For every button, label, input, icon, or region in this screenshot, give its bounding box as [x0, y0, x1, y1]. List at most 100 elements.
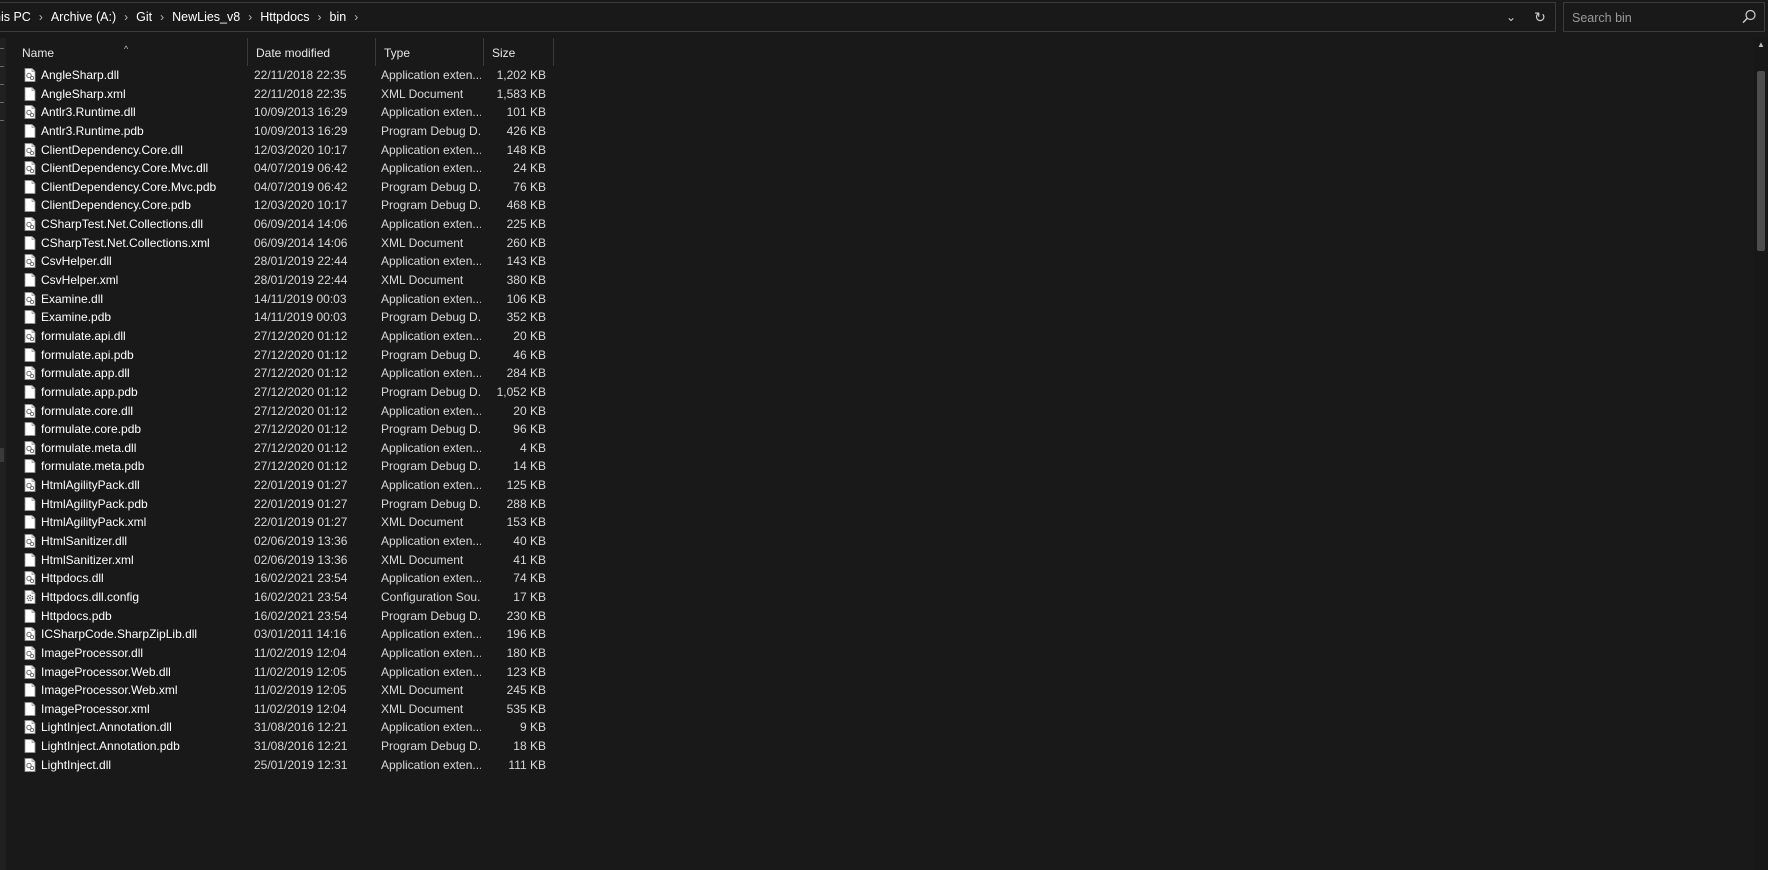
table-row[interactable]: ClientDependency.Core.pdb 12/03/2020 10:1… — [14, 196, 614, 215]
document-file-icon — [24, 701, 36, 716]
table-row[interactable]: ImageProcessor.xml 11/02/2019 12:04 XML Do… — [14, 700, 614, 719]
column-header-type[interactable]: Type — [376, 38, 484, 66]
file-date-modified: 02/06/2019 13:36 — [254, 534, 348, 549]
search-box[interactable] — [1563, 2, 1765, 32]
table-row[interactable]: LightInject.dll 25/01/2019 12:31 Applicati… — [14, 756, 614, 775]
file-size: 18 KB — [513, 739, 546, 754]
file-type: Application exten... — [381, 440, 481, 455]
table-row[interactable]: Antlr3.Runtime.pdb 10/09/2013 16:29 Progra… — [14, 122, 614, 141]
column-header-date-label: Date modified — [256, 46, 331, 60]
breadcrumb-item[interactable]: Archive (A:) — [45, 10, 122, 24]
file-date-modified: 02/06/2019 13:36 — [254, 552, 348, 567]
scroll-up-icon[interactable]: ▲ — [1754, 38, 1768, 52]
file-name: ClientDependency.Core.pdb — [41, 198, 191, 213]
chevron-right-icon[interactable]: › — [122, 10, 130, 24]
file-type: Program Debug D... — [381, 422, 481, 437]
chevron-right-icon[interactable]: › — [158, 10, 166, 24]
search-icon[interactable] — [1740, 8, 1758, 26]
column-header-name[interactable]: ^ Name — [14, 38, 248, 66]
dll-file-icon — [24, 366, 36, 381]
table-row[interactable]: formulate.meta.pdb 27/12/2020 01:12 Progra… — [14, 457, 614, 476]
address-bar[interactable]: his PC›Archive (A:)›Git›NewLies_v8›Httpd… — [0, 2, 1556, 32]
column-header-date[interactable]: Date modified — [248, 38, 376, 66]
table-row[interactable]: HtmlAgilityPack.dll 22/01/2019 01:27 Appli… — [14, 476, 614, 495]
breadcrumb-item[interactable]: Git — [130, 10, 158, 24]
table-row[interactable]: ImageProcessor.dll 11/02/2019 12:04 Applic… — [14, 644, 614, 663]
file-size: 180 KB — [506, 645, 546, 660]
column-header-size[interactable]: Size — [484, 38, 554, 66]
table-row[interactable]: formulate.core.dll 27/12/2020 01:12 Applic… — [14, 402, 614, 421]
file-size: 76 KB — [513, 179, 546, 194]
table-row[interactable]: formulate.app.dll 27/12/2020 01:12 Applica… — [14, 364, 614, 383]
file-type: Configuration Sou... — [381, 589, 481, 604]
chevron-right-icon[interactable]: › — [316, 10, 324, 24]
breadcrumb-item[interactable]: his PC — [0, 10, 37, 24]
table-row[interactable]: formulate.core.pdb 27/12/2020 01:12 Progra… — [14, 420, 614, 439]
table-row[interactable]: LightInject.Annotation.dll 31/08/2016 12:… — [14, 718, 614, 737]
table-row[interactable]: CsvHelper.xml 28/01/2019 22:44 XML Documen… — [14, 271, 614, 290]
file-size: 1,202 KB — [496, 68, 546, 82]
table-row[interactable]: ICSharpCode.SharpZipLib.dll 03/01/2011 14… — [14, 625, 614, 644]
table-row[interactable]: LightInject.Annotation.pdb 31/08/2016 12:… — [14, 737, 614, 756]
vertical-scrollbar[interactable]: ▲ — [1754, 38, 1768, 870]
table-row[interactable]: ClientDependency.Core.Mvc.pdb 04/07/2019 … — [14, 178, 614, 197]
search-input[interactable] — [1570, 8, 1734, 28]
file-date-modified: 12/03/2020 10:17 — [254, 198, 348, 213]
chevron-right-icon[interactable]: › — [37, 10, 45, 24]
file-size: 111 KB — [508, 757, 546, 772]
table-row[interactable]: ImageProcessor.Web.xml 11/02/2019 12:05 XM… — [14, 681, 614, 700]
scrollbar-thumb[interactable] — [1757, 71, 1765, 251]
file-name: HtmlAgilityPack.dll — [41, 478, 140, 493]
file-name: ClientDependency.Core.Mvc.pdb — [41, 179, 217, 194]
file-date-modified: 14/11/2019 00:03 — [254, 310, 347, 325]
file-size: 20 KB — [513, 403, 546, 418]
table-row[interactable]: formulate.api.pdb 27/12/2020 01:12 Program… — [14, 346, 614, 365]
chevron-down-icon[interactable]: ⌄ — [1502, 9, 1520, 25]
table-row[interactable]: Examine.dll 14/11/2019 00:03 Application e… — [14, 290, 614, 309]
breadcrumb-item[interactable]: bin — [324, 10, 353, 24]
file-name: CsvHelper.dll — [41, 254, 112, 269]
file-name: HtmlSanitizer.dll — [41, 534, 128, 549]
document-file-icon — [24, 683, 36, 698]
table-row[interactable]: HtmlSanitizer.xml 02/06/2019 13:36 XML Doc… — [14, 551, 614, 570]
table-row[interactable]: formulate.api.dll 27/12/2020 01:12 Applica… — [14, 327, 614, 346]
table-row[interactable]: HtmlAgilityPack.xml 22/01/2019 01:27 XML D… — [14, 513, 614, 532]
dll-file-icon — [24, 440, 36, 455]
dll-file-icon — [24, 403, 36, 418]
file-name: formulate.api.pdb — [41, 347, 134, 362]
table-row[interactable]: formulate.meta.dll 27/12/2020 01:12 Applic… — [14, 439, 614, 458]
table-row[interactable]: HtmlSanitizer.dll 02/06/2019 13:36 Applica… — [14, 532, 614, 551]
table-row[interactable]: CSharpTest.Net.Collections.xml 06/09/2014… — [14, 234, 614, 253]
file-date-modified: 22/01/2019 01:27 — [254, 515, 348, 530]
table-row[interactable]: Httpdocs.dll 16/02/2021 23:54 Application … — [14, 569, 614, 588]
table-row[interactable]: Httpdocs.pdb 16/02/2021 23:54 Program Debu… — [14, 607, 614, 626]
file-size: 288 KB — [506, 496, 546, 511]
file-name: HtmlSanitizer.xml — [41, 552, 134, 567]
table-row[interactable]: ClientDependency.Core.Mvc.dll 04/07/2019 … — [14, 159, 614, 178]
table-row[interactable]: CsvHelper.dll 28/01/2019 22:44 Application… — [14, 252, 614, 271]
table-row[interactable]: Httpdocs.dll.config 16/02/2021 23:54 Confi… — [14, 588, 614, 607]
file-name: Httpdocs.dll.config — [41, 589, 140, 604]
table-row[interactable]: HtmlAgilityPack.pdb 22/01/2019 01:27 Progr… — [14, 495, 614, 514]
chevron-right-icon[interactable]: › — [246, 10, 254, 24]
dll-file-icon — [24, 217, 36, 232]
table-row[interactable]: AngleSharp.dll 22/11/2018 22:35 Applicatio… — [14, 66, 614, 85]
breadcrumb-item[interactable]: Httpdocs — [254, 10, 315, 24]
table-row[interactable]: Examine.pdb 14/11/2019 00:03 Program Debug… — [14, 308, 614, 327]
table-row[interactable]: formulate.app.pdb 27/12/2020 01:12 Program… — [14, 383, 614, 402]
table-row[interactable]: ClientDependency.Core.dll 12/03/2020 10:1… — [14, 141, 614, 160]
file-date-modified: 28/01/2019 22:44 — [254, 273, 348, 288]
breadcrumb-item[interactable]: NewLies_v8 — [166, 10, 246, 24]
table-row[interactable]: CSharpTest.Net.Collections.dll 06/09/2014… — [14, 215, 614, 234]
table-row[interactable]: ImageProcessor.Web.dll 11/02/2019 12:05 Ap… — [14, 663, 614, 682]
table-row[interactable]: AngleSharp.xml 22/11/2018 22:35 XML Docume… — [14, 85, 614, 104]
chevron-right-icon[interactable]: › — [352, 10, 360, 24]
file-date-modified: 16/02/2021 23:54 — [254, 571, 348, 586]
file-date-modified: 31/08/2016 12:21 — [254, 739, 348, 754]
refresh-icon[interactable]: ↻ — [1530, 8, 1550, 26]
file-name: HtmlAgilityPack.xml — [41, 515, 147, 530]
file-name: LightInject.dll — [41, 757, 112, 772]
table-row[interactable]: Antlr3.Runtime.dll 10/09/2013 16:29 Applic… — [14, 103, 614, 122]
file-date-modified: 12/03/2020 10:17 — [254, 142, 348, 157]
dll-file-icon — [24, 254, 36, 269]
